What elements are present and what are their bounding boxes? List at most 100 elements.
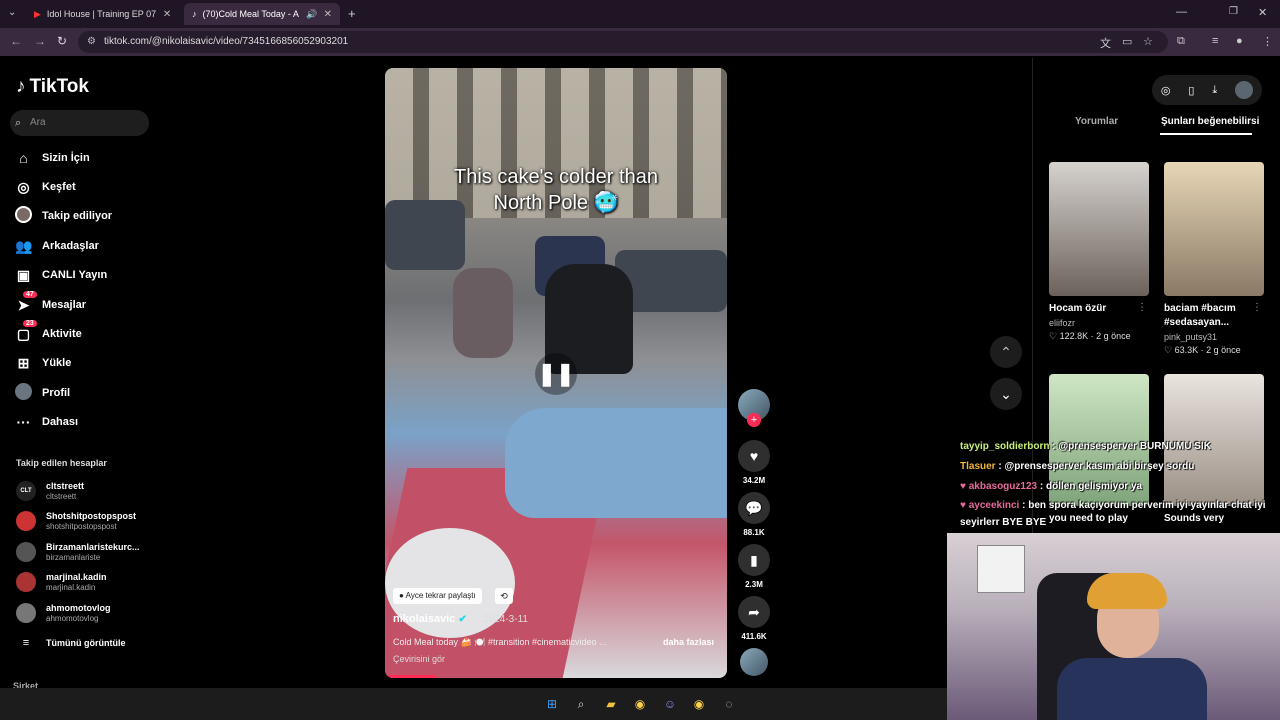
comment-icon: 💬 xyxy=(738,492,770,524)
menu-kebab-icon[interactable]: ⋮ xyxy=(1262,35,1273,48)
search-input[interactable]: ⌕ Ara xyxy=(10,110,149,136)
following-account[interactable]: ahmomotovlog ahmomotovlog xyxy=(16,603,111,623)
see-all-link[interactable]: ≡ Tümünü görüntüle xyxy=(16,637,126,649)
chat-user: akbasoguz123 xyxy=(968,481,1038,492)
tab-list-chevron-icon[interactable]: ⌄ xyxy=(8,7,16,18)
pause-button[interactable]: ❚❚ xyxy=(535,353,577,395)
device-icon[interactable]: ▯ xyxy=(1188,84,1194,97)
nav-for-you[interactable]: ⌂ Sizin İçin xyxy=(15,147,89,169)
minimize-icon[interactable]: — xyxy=(1176,6,1187,18)
repost-icon[interactable]: ⟲ xyxy=(495,588,513,604)
nav-messages[interactable]: ➤ 47 Mesajlar xyxy=(15,290,86,316)
creator-avatar-button[interactable]: + xyxy=(738,389,770,427)
close-icon[interactable]: ✕ xyxy=(163,9,171,20)
nav-live[interactable]: ▣ CANLI Yayın xyxy=(15,264,107,286)
nav-profile[interactable]: Profil xyxy=(15,382,70,404)
more-options-icon[interactable]: ⋮ xyxy=(1252,302,1262,313)
discord-icon[interactable]: ☺ xyxy=(661,695,679,713)
compass-icon: ◎ xyxy=(17,178,30,195)
nav-label: Aktivite xyxy=(42,328,82,340)
next-video-button[interactable]: ⌄ xyxy=(990,378,1022,410)
chevron-up-icon: ⌃ xyxy=(1000,344,1012,360)
translate-icon[interactable]: 文 xyxy=(1100,35,1111,51)
caption-line: North Pole 🥶 xyxy=(493,192,619,214)
tab-related[interactable]: Şunları beğenebilirsi xyxy=(1161,116,1259,127)
cast-icon[interactable]: ▭ xyxy=(1122,35,1132,48)
chat-message: ♥ ayceekinci : ben spora kaçıyorum perve… xyxy=(960,500,1266,511)
chat-text: : döllen gelişmiyor ya xyxy=(1037,481,1143,492)
tiktok-logo[interactable]: ♪ TikTok xyxy=(16,76,89,98)
windows-start-icon[interactable]: ⊞ xyxy=(543,695,561,713)
explore-icon[interactable]: ◎ xyxy=(1161,84,1171,97)
author-text: nikolaisavic xyxy=(393,613,456,625)
file-explorer-icon[interactable]: ▰ xyxy=(602,695,620,713)
close-icon[interactable]: ✕ xyxy=(324,9,332,20)
tab-idol-house[interactable]: ▶ Idol House | Training EP 07 | Ep ✕ xyxy=(26,3,182,25)
see-all-label: Tümünü görüntüle xyxy=(46,637,126,648)
chrome-icon[interactable]: ◉ xyxy=(690,695,708,713)
card-likes: ♡ 63.3K · 2 g önce xyxy=(1164,345,1241,355)
nav-friends[interactable]: 👥 Arkadaşlar xyxy=(15,235,99,257)
related-video-card[interactable]: Hocam özür ⋮ eliifozr ♡ 122.8K · 2 g önc… xyxy=(1049,162,1149,342)
following-account[interactable]: marjinal.kadin marjinal.kadin xyxy=(16,572,107,592)
send-icon: ➤ 47 xyxy=(15,290,37,314)
author-name[interactable]: nikolaisavic ✔ xyxy=(393,613,467,625)
video-caption-overlay: This cake's colder than North Pole 🥶 xyxy=(385,164,727,216)
reading-list-icon[interactable]: ≡ xyxy=(1212,35,1218,47)
tab-comments[interactable]: Yorumlar xyxy=(1075,116,1118,127)
account-handle: shotshitpostopspost xyxy=(46,522,117,531)
extensions-icon[interactable]: ⧉ xyxy=(1177,35,1185,48)
nav-more[interactable]: ··· Dahası xyxy=(15,411,79,433)
following-account[interactable]: CLT cltstreett cltstreett xyxy=(16,481,84,501)
nav-activity[interactable]: ▢ 23 Aktivite xyxy=(15,319,82,345)
activity-icon: ▢ 23 xyxy=(15,319,37,343)
chat-message: tayyip_soldierborn : @prensesperver BURN… xyxy=(960,441,1211,452)
user-avatar[interactable] xyxy=(1235,81,1254,99)
address-bar-row: ← → ↻ ⚙ tiktok.com/@nikolaisavic/video/7… xyxy=(0,28,1280,56)
profile-avatar-icon[interactable]: ● xyxy=(1236,35,1243,47)
more-link[interactable]: daha fazlası xyxy=(663,637,714,647)
chat-text: : @prensesperver BURNUMU SIK xyxy=(1049,441,1211,452)
tiktok-icon: ♪ xyxy=(192,9,197,19)
bookmark-star-icon[interactable]: ☆ xyxy=(1143,35,1153,48)
forward-icon[interactable]: → xyxy=(34,34,46,48)
new-tab-icon[interactable]: + xyxy=(348,6,356,21)
heart-icon: ♥ xyxy=(960,481,969,492)
share-button[interactable]: ➦ 411.6K xyxy=(738,596,770,641)
chrome-icon[interactable]: ◉ xyxy=(631,695,649,713)
nav-following[interactable]: Takip ediliyor xyxy=(15,205,112,227)
tab-tiktok[interactable]: ♪ (70)Cold Meal Today - A Co 🔊 ✕ xyxy=(184,3,340,25)
previous-video-button[interactable]: ⌃ xyxy=(990,336,1022,368)
nav-upload[interactable]: ⊞ Yükle xyxy=(15,352,72,374)
window-close-icon[interactable]: ✕ xyxy=(1258,6,1267,19)
video-player[interactable]: This cake's colder than North Pole 🥶 ❚❚ … xyxy=(385,68,727,678)
download-icon[interactable]: ⤓ xyxy=(1212,84,1217,97)
following-accounts-title: Takip edilen hesaplar xyxy=(16,458,107,468)
account-handle: cltstreett xyxy=(46,492,77,501)
site-info-icon[interactable]: ⚙ xyxy=(87,31,96,53)
following-account[interactable]: Shotshitpostopspost shotshitpostopspost xyxy=(16,511,136,531)
music-disc-button[interactable] xyxy=(738,648,770,676)
youtube-icon: ▶ xyxy=(34,8,41,19)
obs-icon[interactable]: ◌ xyxy=(720,695,738,713)
back-icon[interactable]: ← xyxy=(10,34,22,48)
url-field[interactable]: ⚙ tiktok.com/@nikolaisavic/video/7345166… xyxy=(78,31,1168,53)
translate-link[interactable]: Çevirisini gör xyxy=(393,654,445,664)
comment-button[interactable]: 💬 88.1K xyxy=(738,492,770,537)
like-button[interactable]: ♥ 34.2M xyxy=(738,440,770,485)
following-account[interactable]: Birzamanlaristekurc... birzamanlariste xyxy=(16,542,140,562)
card-title: you need to play xyxy=(1049,513,1128,524)
card-user: pink_putsy31 xyxy=(1164,332,1218,342)
repost-tag[interactable]: ● Ayce tekrar paylaştı xyxy=(393,588,482,604)
speaker-icon[interactable]: 🔊 xyxy=(306,9,317,20)
nav-explore[interactable]: ◎ Keşfet xyxy=(15,176,75,198)
more-options-icon[interactable]: ⋮ xyxy=(1137,302,1147,313)
related-video-card[interactable]: baciam #bacım #sedasayan... ⋮ pink_putsy… xyxy=(1164,162,1264,356)
search-icon[interactable]: ⌕ xyxy=(572,695,590,713)
video-progress-bar[interactable] xyxy=(385,675,437,678)
chat-text: : @prensesperver kasım abi birşey sordu xyxy=(995,461,1195,472)
restore-icon[interactable]: ❐ xyxy=(1229,6,1238,17)
follow-plus-icon[interactable]: + xyxy=(747,413,761,427)
save-button[interactable]: ▮ 2.3M xyxy=(738,544,770,589)
reload-icon[interactable]: ↻ xyxy=(57,34,67,48)
